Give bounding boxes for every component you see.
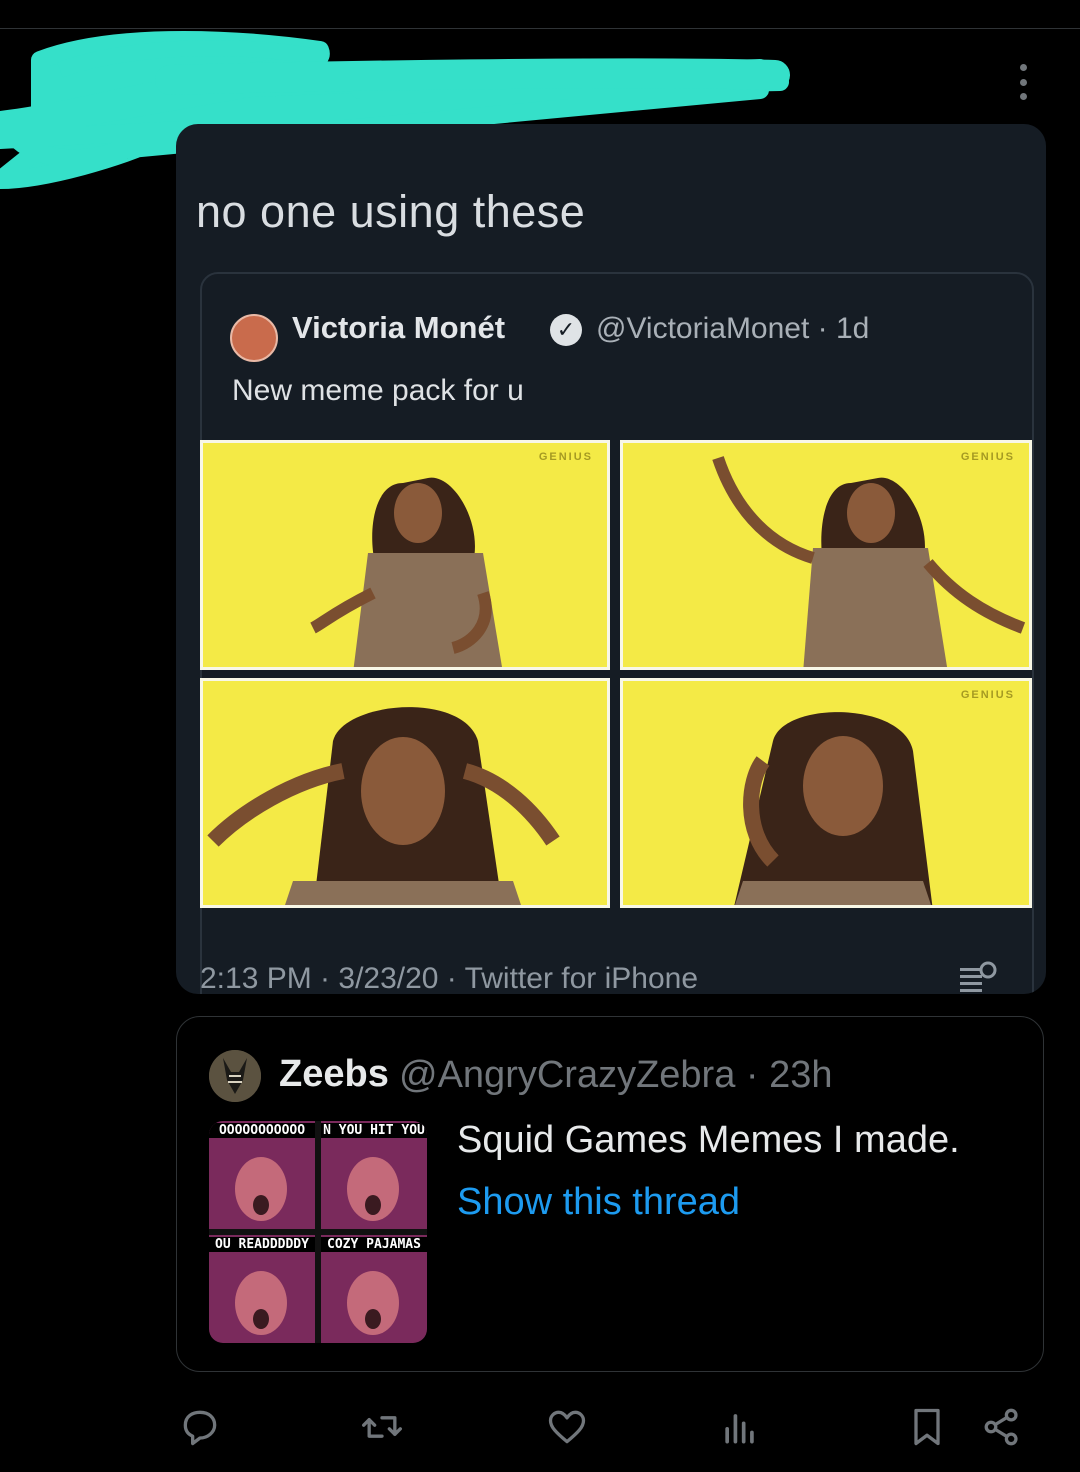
woman-figure-3 (207, 707, 560, 905)
screenshot-tweet-text: New meme pack for u (232, 374, 524, 407)
like-button[interactable] (540, 1400, 594, 1454)
quoted-tweet-card[interactable]: Zeebs @AngryCrazyZebra · 23h OOOOOOOOOOO… (176, 1016, 1044, 1372)
reply-icon (183, 1410, 217, 1446)
share-button[interactable] (975, 1400, 1029, 1454)
bookmark-button[interactable] (900, 1400, 954, 1454)
thumb-tile-3: OU READDDDDY (209, 1235, 315, 1343)
views-button[interactable] (713, 1400, 767, 1454)
victoria-avatar (230, 314, 278, 362)
thumb-tile-1: OOOOOOOOOOO (209, 1121, 315, 1229)
meme-image-1: GENIUS (200, 440, 610, 670)
bookmark-icon (914, 1408, 940, 1446)
quoted-author-handle: @AngryCrazyZebra · 23h (399, 1054, 833, 1096)
quoted-author-name: Zeebs (279, 1053, 389, 1095)
screenshot-timestamp: 2:13 PM · 3/23/20 · Twitter for iPhone (200, 962, 699, 994)
attached-screenshot[interactable]: no one using these Victoria Monét ✓ @Vic… (176, 124, 1046, 994)
zebra-avatar-icon (209, 1050, 261, 1102)
heart-icon (548, 1410, 586, 1444)
tweet-action-bar (0, 1400, 1080, 1454)
reply-button[interactable] (173, 1400, 227, 1454)
thumb-tile-4: COZY PAJAMAS (321, 1235, 427, 1343)
meme-image-4: GENIUS (620, 678, 1032, 908)
verified-badge-icon: ✓ (550, 314, 582, 346)
analytics-icon (960, 961, 997, 992)
share-icon (984, 1408, 1018, 1446)
woman-figure-2 (712, 456, 1026, 667)
views-icon (725, 1414, 754, 1444)
woman-figure-4 (734, 712, 933, 905)
screenshot-author-name: Victoria Monét (292, 310, 506, 345)
screenshot-caption: no one using these (196, 186, 586, 237)
show-thread-link[interactable]: Show this thread (457, 1181, 740, 1224)
retweet-icon (362, 1416, 402, 1438)
more-horizontal-icon (1019, 64, 1027, 71)
more-options-button[interactable] (1008, 64, 1038, 100)
meme-image-2: GENIUS (620, 440, 1032, 670)
quoted-thumbnail: OOOOOOOOOOO N YOU HIT YOU OU READDDDDY C… (209, 1121, 427, 1343)
retweet-button[interactable] (355, 1400, 409, 1454)
woman-figure-1 (310, 477, 502, 667)
genius-watermark: GENIUS (538, 451, 593, 463)
thumb-tile-2: N YOU HIT YOU (321, 1121, 427, 1229)
screenshot-author-handle: @VictoriaMonet · 1d (596, 312, 870, 345)
meme-grid: GENIUS GENIUS GENIUS (200, 440, 1032, 908)
zeebs-avatar[interactable] (209, 1050, 261, 1102)
quoted-tweet-text: Squid Games Memes I made. (457, 1119, 960, 1161)
top-divider (0, 28, 1080, 29)
meme-image-3 (200, 678, 610, 908)
